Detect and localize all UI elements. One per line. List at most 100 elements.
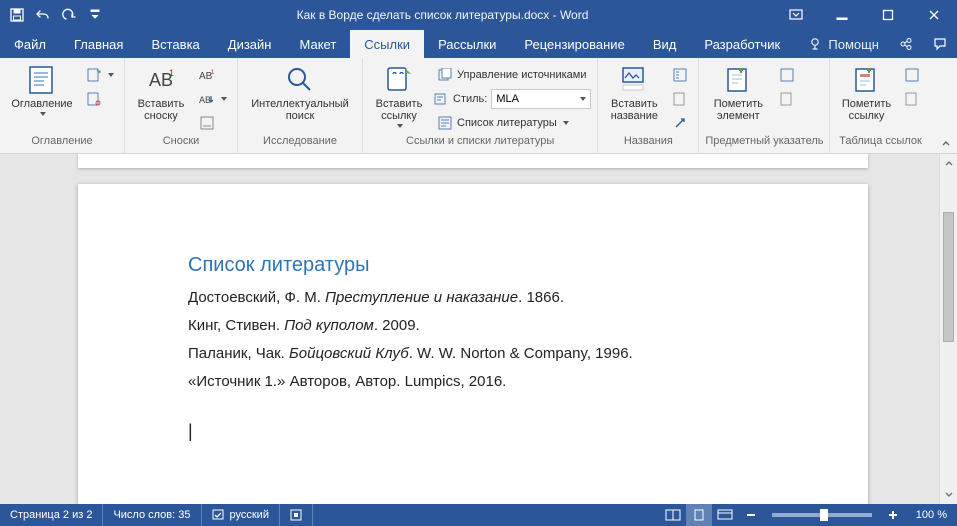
insert-toa-button[interactable] [900, 64, 924, 86]
insert-caption-icon [618, 64, 650, 96]
window-title: Как в Ворде сделать список литературы.do… [112, 8, 773, 22]
insert-index-icon [779, 67, 795, 83]
tab-developer[interactable]: Разработчик [690, 30, 794, 58]
text-cursor: | [188, 421, 772, 442]
toc-icon [26, 64, 58, 96]
style-label: Стиль: [449, 93, 491, 105]
collapse-ribbon-button[interactable] [941, 139, 951, 149]
group-toc-label: Оглавление [0, 135, 124, 153]
undo-button[interactable] [32, 4, 54, 26]
mark-citation-button[interactable]: Пометить ссылку [836, 62, 896, 122]
zoom-in-button[interactable] [880, 504, 906, 526]
next-footnote-button[interactable]: AB [195, 88, 231, 110]
page[interactable]: Список литературы Достоевский, Ф. М. Пре… [78, 184, 868, 504]
share-button[interactable] [889, 30, 923, 58]
toc-update-button[interactable] [82, 88, 118, 110]
save-button[interactable] [6, 4, 28, 26]
tab-file[interactable]: Файл [0, 30, 60, 58]
status-word-count[interactable]: Число слов: 35 [103, 504, 201, 526]
ribbon-display-button[interactable] [773, 0, 819, 30]
manage-sources-button[interactable]: Управление источниками [433, 64, 591, 86]
insert-index-button[interactable] [775, 64, 799, 86]
zoom-slider[interactable] [772, 513, 872, 517]
endnote-icon: AB1 [199, 67, 215, 83]
svg-text:1: 1 [169, 68, 174, 78]
insert-caption-button[interactable]: Вставить название [604, 62, 664, 122]
scroll-up-button[interactable] [940, 154, 957, 172]
tof-icon [672, 67, 688, 83]
view-print-button[interactable] [686, 504, 712, 526]
maximize-button[interactable] [865, 0, 911, 30]
zoom-slider-thumb[interactable] [820, 509, 828, 521]
zoom-level[interactable]: 100 % [906, 509, 957, 521]
tab-home[interactable]: Главная [60, 30, 137, 58]
group-toa: Пометить ссылку Таблица ссылок [830, 58, 930, 153]
insert-citation-label: Вставить ссылку [376, 98, 423, 122]
mark-citation-label: Пометить ссылку [842, 98, 891, 122]
bibliography-label: Список литературы [457, 117, 557, 129]
qat-customize-button[interactable] [84, 4, 106, 26]
insert-footnote-button[interactable]: AB1 Вставить сноску [131, 62, 191, 122]
ribbon: Оглавление Оглавление AB1 Вставить сноск… [0, 58, 957, 154]
group-citations-label: Ссылки и списки литературы [363, 135, 597, 153]
scroll-thumb[interactable] [943, 212, 954, 342]
minimize-button[interactable] [819, 0, 865, 30]
group-captions: Вставить название Названия [598, 58, 699, 153]
tab-design[interactable]: Дизайн [214, 30, 286, 58]
show-notes-button[interactable] [195, 112, 231, 134]
tab-review[interactable]: Рецензирование [510, 30, 638, 58]
mark-entry-label: Пометить элемент [714, 98, 763, 122]
update-tof-button[interactable] [668, 88, 692, 110]
toc-add-text-button[interactable] [82, 64, 118, 86]
insert-citation-button[interactable]: Вставить ссылку [369, 62, 429, 128]
mark-entry-button[interactable]: Пометить элемент [705, 62, 771, 122]
quick-access-toolbar [0, 4, 112, 26]
status-macro[interactable] [280, 504, 313, 526]
group-footnotes-label: Сноски [125, 135, 237, 153]
update-toa-button[interactable] [900, 88, 924, 110]
group-index-label: Предметный указатель [699, 135, 829, 153]
comments-button[interactable] [923, 30, 957, 58]
scroll-down-button[interactable] [940, 486, 957, 504]
style-value: MLA [496, 93, 519, 105]
redo-button[interactable] [58, 4, 80, 26]
style-combobox[interactable]: MLA [491, 89, 591, 109]
tab-layout[interactable]: Макет [285, 30, 350, 58]
window-buttons [773, 0, 957, 30]
insert-endnote-button[interactable]: AB1 [195, 64, 231, 86]
insert-citation-icon [383, 64, 415, 96]
svg-text:1: 1 [211, 70, 215, 76]
tab-view[interactable]: Вид [639, 30, 691, 58]
group-index: Пометить элемент Предметный указатель [699, 58, 830, 153]
tell-me[interactable]: Помощн [798, 30, 889, 58]
scroll-track[interactable] [940, 172, 957, 486]
cross-reference-button[interactable] [668, 112, 692, 134]
view-web-button[interactable] [712, 504, 738, 526]
toc-button[interactable]: Оглавление [6, 62, 78, 116]
tab-mailings[interactable]: Рассылки [424, 30, 510, 58]
macro-icon [290, 509, 302, 521]
document-area[interactable]: Список литературы Достоевский, Ф. М. Пре… [0, 154, 939, 504]
group-toc: Оглавление Оглавление [0, 58, 125, 153]
insert-tof-button[interactable] [668, 64, 692, 86]
vertical-scrollbar[interactable] [939, 154, 957, 504]
title-bar: Как в Ворде сделать список литературы.do… [0, 0, 957, 30]
tab-insert[interactable]: Вставка [137, 30, 213, 58]
smart-lookup-icon [284, 64, 316, 96]
zoom-out-button[interactable] [738, 504, 764, 526]
bibliography-heading: Список литературы [188, 254, 772, 277]
manage-sources-icon [437, 67, 453, 83]
status-language[interactable]: русский [202, 504, 280, 526]
bibliography-button[interactable]: Список литературы [433, 112, 591, 134]
status-page[interactable]: Страница 2 из 2 [0, 504, 103, 526]
group-citations: Вставить ссылку Управление источниками С… [363, 58, 598, 153]
tell-me-label: Помощн [828, 37, 879, 52]
previous-page-edge [78, 154, 868, 168]
group-research: Интеллектуальный поиск Исследование [238, 58, 363, 153]
smart-lookup-button[interactable]: Интеллектуальный поиск [244, 62, 356, 122]
add-text-icon [86, 67, 102, 83]
close-button[interactable] [911, 0, 957, 30]
tab-references[interactable]: Ссылки [350, 30, 424, 58]
update-index-button[interactable] [775, 88, 799, 110]
view-read-button[interactable] [660, 504, 686, 526]
